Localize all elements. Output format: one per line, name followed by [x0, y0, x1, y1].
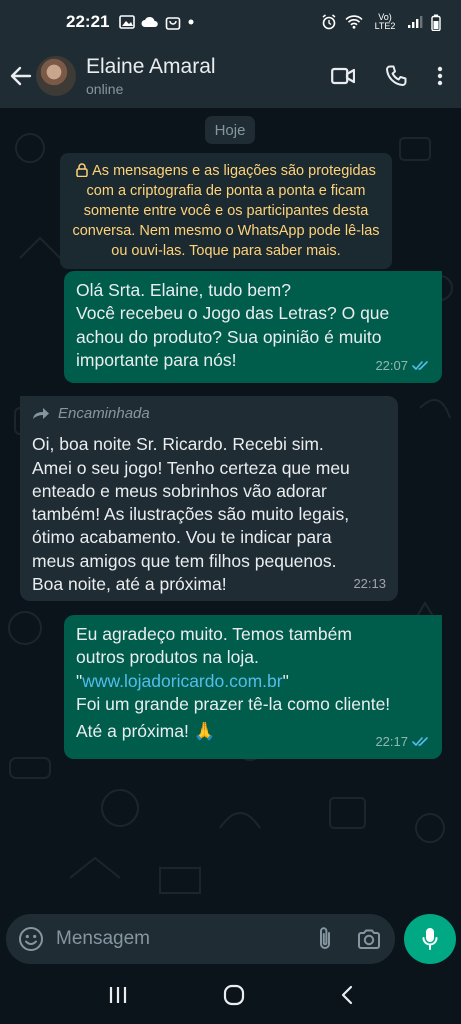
message-time: 22:07 [375, 357, 408, 373]
message-line: Oi, boa noite Sr. Ricardo. Recebi sim. [32, 434, 324, 455]
message-input[interactable] [56, 928, 309, 950]
date-chip: Hoje [205, 116, 255, 144]
phone-icon[interactable] [385, 65, 407, 87]
more-vert-icon[interactable] [437, 66, 443, 86]
chat-header: Elaine Amaral online [0, 44, 461, 108]
message-line: Boa noite, até a próxima! [32, 574, 227, 595]
encryption-notice-line: ou ouvi-las. Toque para saber mais. [111, 243, 341, 259]
outgoing-message[interactable]: Eu agradeço muito. Temos também outros p… [64, 615, 442, 759]
store-link[interactable]: www.lojadoricardo.com.br [82, 671, 282, 691]
message-line: Foi um grande prazer tê-la como cliente! [76, 693, 391, 714]
encryption-notice-line: somente entre você e os participantes de… [83, 203, 369, 219]
chat-area[interactable]: Hoje As mensagens e as ligações são prot… [0, 108, 461, 914]
double-check-icon [412, 361, 428, 370]
alarm-icon [322, 14, 336, 30]
message-line: Amei o seu jogo! Tenho certeza que meu [32, 457, 350, 478]
avatar[interactable] [36, 56, 76, 96]
status-time: 22:21 [66, 12, 110, 31]
encryption-notice[interactable]: As mensagens e as ligações são protegida… [60, 153, 392, 269]
message-line: ótimo acabamento. Vou te indicar para [32, 527, 332, 548]
back-arrow-icon [10, 66, 32, 86]
video-call-icon[interactable] [331, 67, 355, 85]
double-check-icon [412, 737, 428, 746]
nav-back-icon[interactable] [340, 985, 354, 1005]
back-button[interactable] [4, 56, 38, 96]
signal-icon [408, 16, 423, 28]
incoming-message[interactable]: Encaminhada Oi, boa noite Sr. Ricardo. R… [20, 396, 398, 601]
message-line: achou do produto? Sua opinião é muito [76, 326, 382, 347]
camera-icon[interactable] [357, 929, 381, 950]
message-line: meus amigos que tem filhos pequenos. [32, 550, 337, 571]
encryption-notice-line: com a criptografia de ponta a ponta e fi… [86, 183, 366, 199]
message-line: também! As ilustrações são muito legais, [32, 504, 350, 525]
network-label: Vo) LTE2 [374, 12, 396, 31]
system-nav-bar [0, 966, 461, 1024]
battery-icon [431, 14, 441, 31]
nav-recents-icon[interactable] [108, 986, 128, 1004]
message-line: Olá Srta. Elaine, tudo bem? [76, 280, 291, 300]
message-line: enteado e meus sobrinhos vão adorar [32, 480, 327, 501]
emoji-icon[interactable] [18, 926, 44, 952]
message-line: Você recebeu o Jogo das Letras? O que [76, 303, 390, 324]
message-line: outros produtos na loja. [76, 647, 259, 668]
cloud-icon [141, 16, 159, 27]
message-time: 22:13 [353, 575, 386, 591]
notification-dot-icon [188, 19, 194, 25]
message-line: Eu agradeço muito. Temos também [76, 624, 352, 644]
contact-status: online [86, 81, 124, 97]
message-time: 22:17 [375, 733, 408, 749]
contact-name: Elaine Amaral [86, 55, 216, 78]
wifi-icon [345, 15, 363, 29]
mic-button[interactable] [404, 914, 456, 964]
status-bar: 22:21 Vo) LTE2 [0, 0, 461, 44]
encryption-notice-line: As mensagens e as ligações são protegida… [92, 163, 376, 179]
lock-icon [76, 163, 88, 177]
quote-mark: " [282, 670, 289, 691]
attach-icon[interactable] [317, 926, 333, 952]
message-composer [6, 914, 395, 964]
shopping-bag-icon [166, 16, 181, 30]
forward-icon [33, 408, 49, 420]
forwarded-label: Encaminhada [32, 402, 386, 425]
outgoing-message[interactable]: Olá Srta. Elaine, tudo bem? Você recebeu… [64, 271, 442, 383]
input-bar [0, 914, 461, 966]
nav-home-icon[interactable] [223, 984, 245, 1006]
encryption-notice-line: conversa. Nem mesmo o WhatsApp pode lê-l… [72, 223, 380, 239]
gallery-icon [119, 15, 136, 29]
contact-info[interactable]: Elaine Amaral online [86, 55, 216, 97]
forwarded-text: Encaminhada [58, 405, 150, 422]
mic-icon [422, 928, 438, 950]
